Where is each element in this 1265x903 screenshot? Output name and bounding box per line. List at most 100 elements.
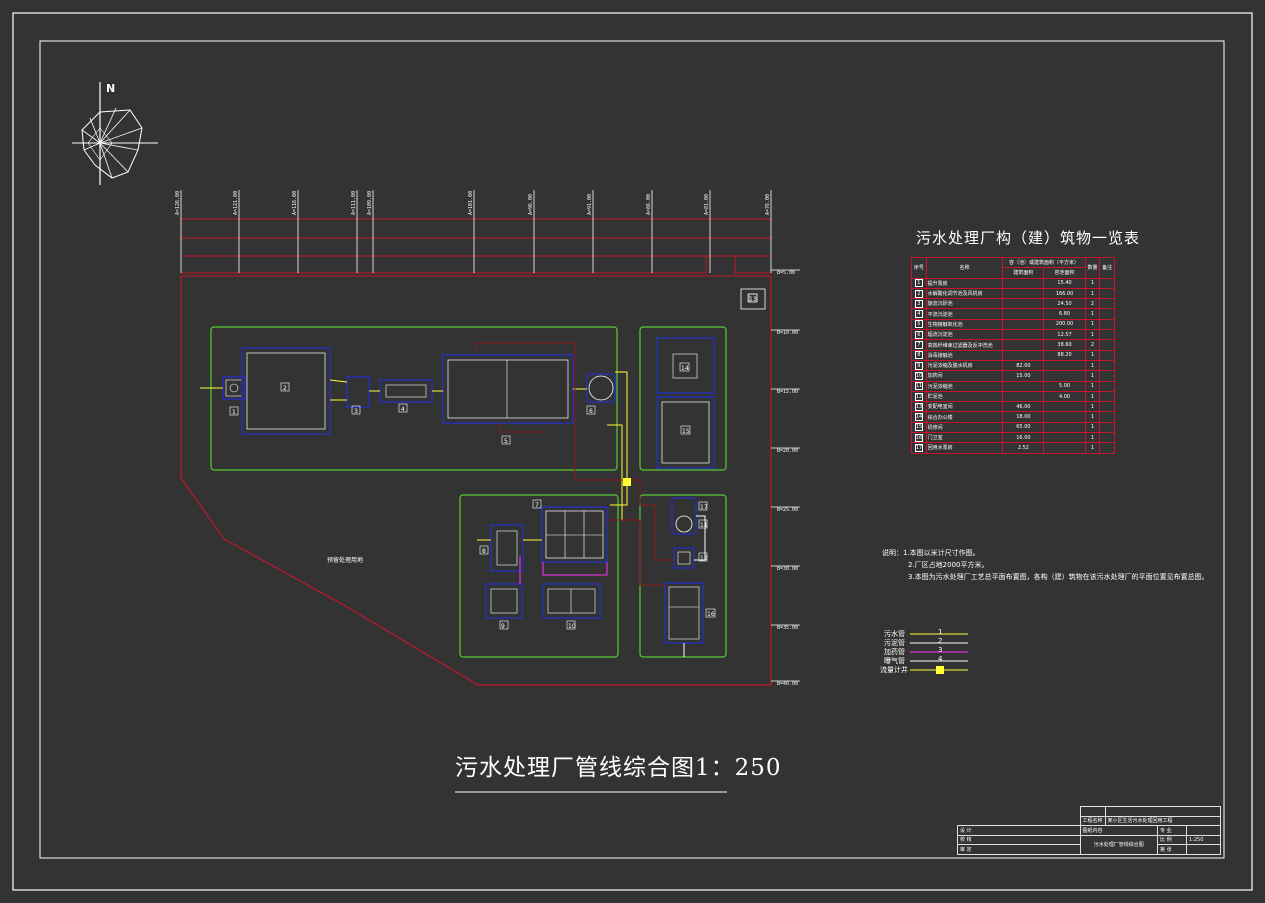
cell-area	[1002, 380, 1045, 392]
svg-text:17: 17	[700, 504, 708, 511]
table-row: 5 生物接触氧化池 200.00 1	[911, 318, 1115, 331]
cell-volume: 38.60	[1043, 339, 1086, 351]
cell-remark	[1099, 329, 1115, 341]
svg-text:A=91.00: A=91.00	[587, 194, 593, 215]
cell-volume	[1043, 411, 1086, 423]
col-qty: 数量	[1084, 257, 1101, 279]
table-row: 4 平流沉淀池 6.80 1	[911, 308, 1115, 320]
svg-text:B=10.00: B=10.00	[777, 330, 798, 336]
svg-text:12: 12	[700, 555, 708, 562]
table-row: 15 机修间 65.00 1	[911, 421, 1115, 434]
cell-volume: 4.00	[1043, 390, 1086, 403]
north-arrow-icon	[72, 82, 158, 185]
tb-project-label: 工程名称	[1079, 815, 1106, 826]
cell-remark	[1099, 318, 1115, 331]
row-number: 17	[914, 443, 923, 452]
col-area: 容（池）或建筑面积（平方米）	[1002, 256, 1086, 269]
cell-name: 旋流沉砂池	[925, 298, 1004, 310]
row-number: 4	[914, 310, 923, 319]
svg-text:A=109.00: A=109.00	[367, 191, 373, 215]
col-building-area: 建筑面积	[1002, 267, 1045, 279]
cell-remark	[1099, 287, 1115, 300]
north-label: N	[106, 82, 115, 95]
cell-name: 高效纤维束过滤器及反冲洗池	[925, 339, 1004, 351]
cell-qty: 1	[1084, 432, 1101, 444]
table-title: 污水处理厂构（建）筑物一览表	[916, 229, 1141, 247]
svg-text:B=30.00: B=30.00	[777, 566, 798, 572]
tb-scale-value: 1:250	[1186, 834, 1221, 845]
cell-qty: 1	[1084, 308, 1101, 320]
svg-text:A=111.00: A=111.00	[351, 191, 357, 215]
cell-qty: 2	[1084, 298, 1101, 310]
table-row: 6 辐流沉淀池 12.57 1	[911, 329, 1115, 341]
svg-text:6: 6	[589, 408, 593, 415]
row-number: 13	[914, 402, 923, 411]
legend-label-5: 流量计井	[880, 666, 908, 674]
table-row: 14 综合办公楼 18.00 1	[911, 411, 1115, 423]
table-row: 11 污泥浓缩池 5.00 1	[911, 380, 1115, 392]
col-pool-area: 容池面积	[1043, 267, 1086, 279]
cell-qty: 1	[1084, 277, 1101, 289]
cell-area: 18.00	[1002, 411, 1045, 423]
cell-remark	[1099, 349, 1115, 361]
svg-text:A=116.00: A=116.00	[292, 191, 298, 215]
table-row: 17 回用水泵房 2.52 1	[911, 442, 1115, 454]
table-row: 3 旋流沉砂池 24.50 2	[911, 298, 1115, 310]
legend-code-1: 1	[938, 628, 943, 636]
tb-design-label: 设 计	[957, 825, 1081, 836]
row-number: 15	[914, 423, 923, 432]
row-number: 2	[914, 289, 923, 298]
svg-text:2: 2	[283, 385, 287, 392]
cell-area	[1002, 308, 1045, 320]
cell-area: 82.00	[1002, 359, 1045, 372]
svg-text:A=101.00: A=101.00	[468, 191, 474, 215]
cell-name: 综合办公楼	[925, 411, 1004, 423]
svg-text:16: 16	[707, 611, 715, 618]
svg-text:A=86.00: A=86.00	[646, 194, 652, 215]
cell-qty: 1	[1084, 370, 1101, 382]
cell-remark	[1099, 421, 1115, 434]
table-row: 12 贮泥池 4.00 1	[911, 390, 1115, 403]
table-row: 10 加药间 15.00 1	[911, 370, 1115, 382]
svg-text:B=25.00: B=25.00	[777, 507, 798, 513]
top-road	[181, 218, 772, 274]
cell-name: 平流沉淀池	[925, 308, 1004, 320]
cell-name: 门卫室	[925, 432, 1004, 444]
row-number: 14	[914, 413, 923, 422]
col-remark: 备注	[1099, 257, 1115, 279]
cell-area: 16.00	[1002, 432, 1045, 444]
zones	[210, 326, 727, 658]
tb-sheet-label: 第 张	[1156, 844, 1188, 855]
cell-qty: 1	[1084, 442, 1101, 454]
table-row: 2 水解酸化调节池及风机房 166.00 1	[911, 287, 1115, 300]
tb-approve-label: 审 定	[957, 844, 1081, 855]
cell-remark	[1099, 370, 1115, 382]
cell-name: 污泥浓缩池	[925, 380, 1004, 392]
cell-volume: 5.00	[1043, 380, 1086, 392]
svg-text:14: 14	[681, 365, 689, 372]
cell-volume	[1043, 370, 1086, 382]
svg-text:5: 5	[504, 438, 508, 445]
table-row: 9 污泥浓缩及脱水机房 82.00 1	[911, 359, 1115, 372]
svg-text:A=96.00: A=96.00	[528, 194, 534, 215]
cell-remark	[1099, 380, 1115, 392]
svg-text:1: 1	[232, 409, 236, 416]
cell-area	[1002, 329, 1045, 341]
svg-text:3: 3	[354, 408, 358, 415]
cell-qty: 1	[1084, 401, 1101, 413]
cell-qty: 1	[1084, 329, 1101, 341]
cell-remark	[1099, 359, 1115, 372]
table-row: 8 消毒接触池 88.20 1	[911, 349, 1115, 361]
svg-text:B=35.00: B=35.00	[777, 625, 798, 631]
notes: 说明：1.本图以米计尺寸作图。 2.厂区占地2000平方米。 3.本图为污水处理…	[882, 547, 1209, 583]
pipes	[200, 342, 706, 657]
cell-qty: 1	[1084, 287, 1101, 300]
legend-code-4: 4	[938, 655, 943, 663]
row-number: 10	[914, 371, 923, 380]
cell-volume: 200.00	[1043, 318, 1086, 331]
cell-remark	[1099, 432, 1115, 444]
cell-qty: 1	[1084, 390, 1101, 403]
cell-volume: 88.20	[1043, 349, 1086, 361]
cell-name: 消毒接触池	[925, 349, 1004, 361]
right-axis-labels: B=5.00 B=10.00 B=15.00 B=20.00 B=25.00 B…	[777, 270, 798, 687]
